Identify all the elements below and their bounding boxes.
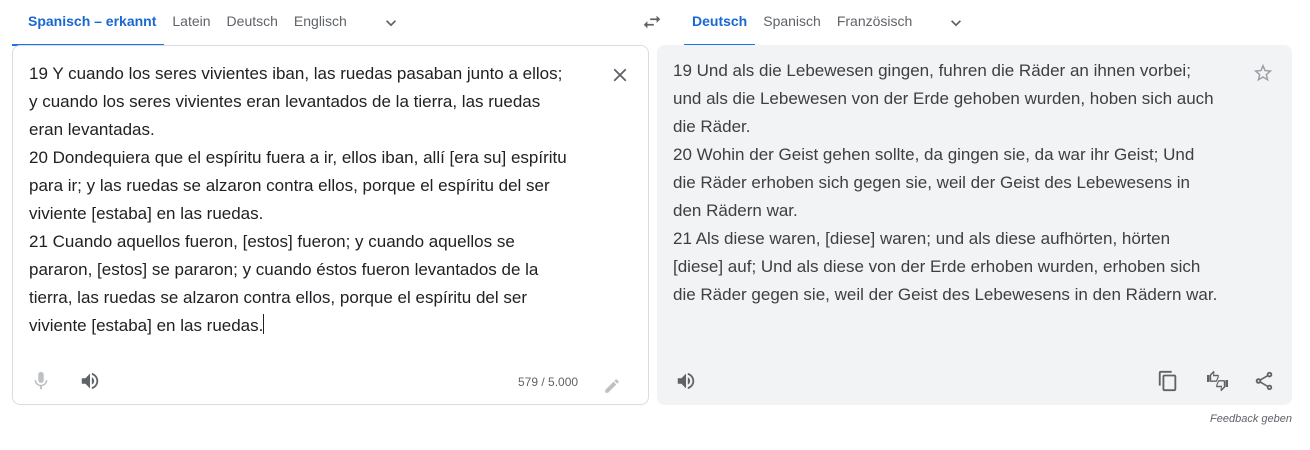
tab-target-german[interactable]: Deutsch <box>684 0 756 46</box>
source-text-input[interactable]: 19 Y cuando los seres vivientes iban, la… <box>29 60 599 340</box>
tab-source-detected-spanish[interactable]: Spanisch – erkannt <box>12 0 165 46</box>
chevron-down-icon <box>951 20 962 27</box>
close-icon <box>613 68 627 82</box>
tab-source-german[interactable]: Deutsch <box>219 0 286 46</box>
swap-languages-icon <box>643 15 661 29</box>
feedback-link[interactable]: Feedback geben <box>1210 413 1292 425</box>
more-target-languages-button[interactable] <box>938 0 974 46</box>
pencil-icon <box>605 379 619 393</box>
save-translation-button[interactable] <box>1251 61 1275 85</box>
listen-translation-button[interactable] <box>673 368 699 394</box>
listen-source-button[interactable] <box>77 368 103 394</box>
source-text-panel: 19 Y cuando los seres vivientes iban, la… <box>12 45 649 405</box>
source-language-tabs: Spanisch – erkannt Latein Deutsch Englis… <box>12 0 648 46</box>
target-language-tabs: Deutsch Spanisch Französisch <box>684 0 1292 46</box>
share-icon <box>1255 371 1273 391</box>
tab-source-latin[interactable]: Latein <box>164 0 218 46</box>
swap-languages-button[interactable] <box>636 6 668 38</box>
thumbs-up-down-icon <box>1207 370 1228 392</box>
translation-panel: 19 Und als die Lebewesen gingen, fuhren … <box>657 45 1292 405</box>
character-count: 579 / 5.000 <box>518 375 579 389</box>
voice-input-button[interactable] <box>29 368 53 394</box>
speaker-icon <box>81 372 99 390</box>
tab-target-spanish[interactable]: Spanisch <box>755 0 829 46</box>
more-source-languages-button[interactable] <box>373 0 409 46</box>
clear-source-text-button[interactable] <box>607 62 633 88</box>
translation-text: 19 Und als die Lebewesen gingen, fuhren … <box>673 61 1218 304</box>
copy-translation-button[interactable] <box>1155 368 1181 394</box>
speaker-icon <box>677 372 695 390</box>
tab-target-french[interactable]: Französisch <box>829 0 920 46</box>
text-cursor <box>263 314 265 334</box>
rate-translation-button[interactable] <box>1202 367 1232 395</box>
tab-source-english[interactable]: Englisch <box>286 0 355 46</box>
chevron-down-icon <box>385 20 396 27</box>
microphone-icon <box>34 371 48 390</box>
share-translation-button[interactable] <box>1251 368 1277 394</box>
copy-icon <box>1158 370 1177 392</box>
star-icon <box>1253 63 1273 82</box>
edit-button[interactable] <box>601 375 623 397</box>
